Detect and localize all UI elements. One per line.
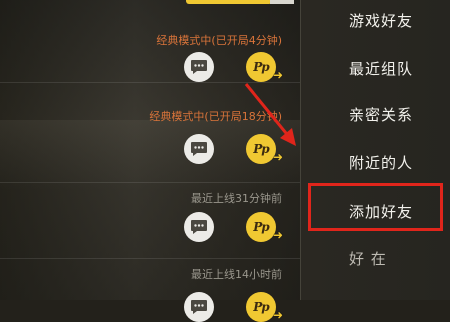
menu-item-label: 附近的人 — [349, 153, 414, 172]
pubg-logo-icon: Pp — [253, 220, 269, 234]
menu-item-label: 亲密关系 — [349, 105, 414, 124]
friend-status: 经典模式中(已开局4分钟) — [156, 34, 282, 47]
pubg-logo-icon: Pp — [253, 60, 269, 74]
arrow-icon: ➜ — [272, 68, 283, 82]
chat-bubble-icon — [191, 300, 207, 314]
chat-bubble-icon — [191, 60, 207, 74]
chat-button[interactable] — [184, 212, 214, 242]
pubg-logo-icon: Pp — [253, 300, 269, 314]
menu-item-partial[interactable]: 好 在 — [301, 238, 450, 278]
arrow-icon: ➜ — [272, 150, 283, 164]
side-menu: 游戏好友 最近组队 亲密关系 附近的人 添加好友 好 在 — [300, 0, 450, 300]
friend-row[interactable]: 最近上线14小时前 Pp ➜ — [0, 258, 300, 322]
menu-item-nearby[interactable]: 附近的人 — [301, 142, 450, 182]
chat-button[interactable] — [184, 134, 214, 164]
friend-row[interactable]: 最近上线31分钟前 Pp ➜ — [0, 182, 300, 259]
menu-item-label: 游戏好友 — [349, 11, 414, 30]
pubg-invite-button[interactable]: Pp ➜ — [246, 292, 283, 322]
friend-row[interactable]: 经典模式中(已开局4分钟) Pp ➜ — [0, 0, 300, 83]
menu-item-recent-team[interactable]: 最近组队 — [301, 48, 450, 88]
pubg-invite-button[interactable]: Pp ➜ — [246, 52, 283, 82]
friend-status: 最近上线14小时前 — [191, 268, 282, 281]
pubg-invite-button[interactable]: Pp ➜ — [246, 134, 283, 164]
pubg-invite-button[interactable]: Pp ➜ — [246, 212, 283, 242]
friend-status: 经典模式中(已开局18分钟) — [149, 110, 282, 123]
menu-item-label: 最近组队 — [349, 59, 414, 78]
friend-status: 最近上线31分钟前 — [191, 192, 282, 205]
menu-item-game-friends[interactable]: 游戏好友 — [301, 0, 450, 40]
chat-button[interactable] — [184, 292, 214, 322]
chat-button[interactable] — [184, 52, 214, 82]
menu-item-close-relations[interactable]: 亲密关系 — [301, 94, 450, 134]
arrow-icon: ➜ — [272, 228, 283, 242]
add-friend-highlight-box — [308, 183, 443, 231]
chat-bubble-icon — [191, 142, 207, 156]
chat-bubble-icon — [191, 220, 207, 234]
friend-list: 经典模式中(已开局4分钟) Pp ➜ 经典模式中(已开局18分钟) Pp ➜ 最… — [0, 0, 300, 322]
menu-item-label: 好 在 — [349, 249, 387, 268]
friend-row[interactable]: 经典模式中(已开局18分钟) Pp ➜ — [0, 82, 300, 183]
pubg-logo-icon: Pp — [253, 142, 269, 156]
arrow-icon: ➜ — [272, 308, 283, 322]
